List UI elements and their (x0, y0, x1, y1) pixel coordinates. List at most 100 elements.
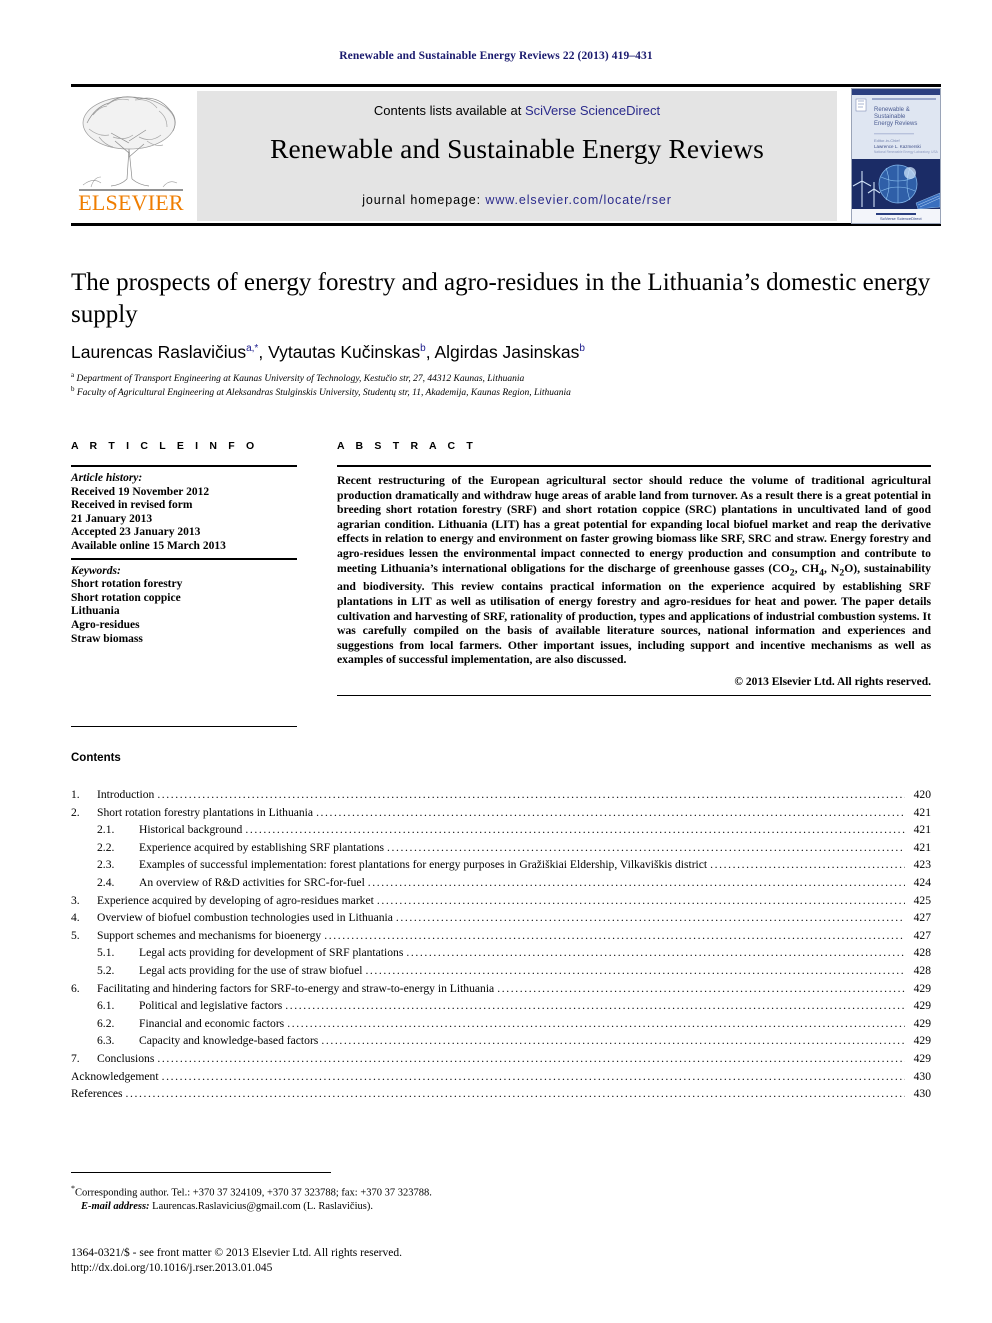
toc-entry-label: Introduction (97, 788, 155, 801)
journal-masthead: ELSEVIER Contents lists available at Sci… (71, 84, 941, 226)
toc-leader-dots: ........................................… (395, 911, 905, 925)
article-history-item: 21 January 2013 (71, 512, 153, 525)
toc-leader-dots: ........................................… (316, 805, 905, 819)
keyword-item: Short rotation forestry (71, 578, 183, 591)
toc-entry-number: 6.2. (97, 1016, 115, 1030)
toc-entry-page: 427 (913, 911, 931, 925)
journal-cover-image: Renewable & Sustainable Energy Reviews E… (852, 89, 940, 223)
article-history-item: Received in revised form (71, 499, 193, 512)
abstract-column: A B S T R A C T Recent restructuring of … (337, 440, 932, 697)
toc-entry[interactable]: 6.3. Capacity and knowledge-based factors… (71, 1032, 931, 1050)
table-of-contents: 1. Introduction..........................… (71, 786, 931, 1103)
article-info-heading: A R T I C L E I N F O (71, 440, 259, 452)
toc-entry-number: 6.1. (97, 999, 115, 1013)
author-2-name: Vytautas Kučinskas (268, 342, 421, 362)
toc-entry[interactable]: 6.2. Financial and economic factors......… (71, 1015, 931, 1033)
corresponding-author-text: Corresponding author. Tel.: +370 37 3241… (75, 1187, 432, 1199)
article-history-item: Received 19 November 2012 (71, 485, 210, 498)
toc-entry[interactable]: 4. Overview of biofuel combustion technol… (71, 909, 931, 927)
toc-entry[interactable]: 2.1. Historical background...............… (71, 821, 931, 839)
toc-entry-page: 421 (913, 823, 931, 837)
toc-entry[interactable]: References..............................… (71, 1085, 931, 1103)
toc-entry-number: 6. (71, 981, 80, 995)
author-3: Algirdas Jasinskasb (434, 342, 584, 362)
keyword-item: Agro-residues (71, 618, 140, 631)
toc-entry[interactable]: 3. Experience acquired by developing of a… (71, 892, 931, 910)
author-1-name: Laurencas Raslavičius (71, 342, 247, 362)
toc-entry-label: Short rotation forestry plantations in L… (97, 805, 314, 819)
toc-entry-page: 430 (913, 1069, 931, 1083)
contents-heading: Contents (71, 752, 121, 764)
toc-entry[interactable]: 1. Introduction..........................… (71, 786, 931, 804)
article-info-rule-top (71, 465, 297, 467)
toc-entry-label: Experience acquired by establishing SRF … (139, 840, 385, 854)
author-sep-1: , (258, 342, 269, 362)
toc-leader-dots: ........................................… (367, 875, 905, 889)
toc-entry-page: 423 (913, 858, 931, 872)
toc-entry-page: 430 (913, 1087, 931, 1101)
corresponding-author-note: *Corresponding author. Tel.: +370 37 324… (71, 1182, 671, 1213)
contents-rule (71, 726, 297, 727)
svg-text:Sustainable: Sustainable (874, 114, 906, 120)
svg-text:National Renewable Energy Labo: National Renewable Energy Laboratory, US… (874, 150, 939, 154)
footnote-rule (71, 1172, 331, 1173)
toc-leader-dots: ........................................… (365, 963, 905, 977)
masthead-band: Contents lists available at SciVerse Sci… (197, 91, 837, 221)
toc-entry[interactable]: 2.3. Examples of successful implementatio… (71, 856, 931, 874)
article-history-item: Available online 15 March 2013 (71, 539, 226, 552)
paper-title: The prospects of energy forestry and agr… (71, 269, 931, 328)
toc-entry-label: Capacity and knowledge-based factors (139, 1034, 319, 1048)
journal-homepage-link[interactable]: www.elsevier.com/locate/rser (485, 193, 671, 207)
toc-entry-page: 428 (913, 963, 931, 977)
toc-entry[interactable]: 5.1. Legal acts providing for development… (71, 944, 931, 962)
email-value[interactable]: Laurencas.Raslavicius@gmail.com (L. Rasl… (152, 1201, 373, 1212)
toc-entry-label: Examples of successful implementation: f… (139, 858, 708, 872)
toc-leader-dots: ........................................… (285, 999, 905, 1013)
toc-entry[interactable]: 2.4. An overview of R&D activities for SR… (71, 874, 931, 892)
keyword-item: Lithuania (71, 605, 120, 618)
toc-entry[interactable]: 6.1. Political and legislative factors...… (71, 997, 931, 1015)
toc-leader-dots: ........................................… (157, 788, 905, 801)
toc-entry[interactable]: 5. Support schemes and mechanisms for bio… (71, 927, 931, 945)
doi-line[interactable]: http://dx.doi.org/10.1016/j.rser.2013.01… (71, 1261, 671, 1276)
keywords-block: Keywords: Short rotation forestry Short … (71, 565, 297, 647)
toc-entry[interactable]: 7. Conclusions...........................… (71, 1050, 931, 1068)
journal-title: Renewable and Sustainable Energy Reviews (270, 133, 764, 164)
toc-entry-label: Legal acts providing for development of … (139, 946, 404, 960)
affiliation-b-text: Faculty of Agricultural Engineering at A… (76, 388, 571, 399)
toc-entry-page: 424 (913, 875, 931, 889)
toc-entry-page: 429 (913, 999, 931, 1013)
toc-entry-number: 3. (71, 893, 80, 907)
toc-entry-number: 5. (71, 928, 80, 942)
toc-entry[interactable]: 2. Short rotation forestry plantations in… (71, 804, 931, 822)
elsevier-wordmark: ELSEVIER (78, 190, 184, 215)
toc-entry-label: Political and legislative factors (139, 999, 283, 1013)
toc-entry[interactable]: 2.2. Experience acquired by establishing … (71, 839, 931, 857)
article-history-block: Article history: Received 19 November 20… (71, 472, 297, 554)
toc-entry[interactable]: 5.2. Legal acts providing for the use of … (71, 962, 931, 980)
affiliation-a-text: Department of Transport Engineering at K… (76, 374, 525, 385)
affiliation-a-mark: a (71, 371, 75, 379)
toc-entry-label: Acknowledgement (71, 1069, 159, 1083)
toc-leader-dots: ........................................… (245, 823, 905, 837)
toc-entry-page: 421 (913, 840, 931, 854)
sciencedirect-link[interactable]: SciVerse ScienceDirect (525, 103, 660, 118)
abstract-body: Recent restructuring of the European agr… (337, 474, 932, 667)
toc-entry-number: 2.4. (97, 875, 115, 889)
toc-leader-dots: ........................................… (321, 1034, 905, 1048)
toc-entry[interactable]: Acknowledgement.........................… (71, 1068, 931, 1086)
svg-text:Lawrence L. Kazmerski: Lawrence L. Kazmerski (874, 144, 921, 149)
toc-entry-label: References (71, 1087, 123, 1101)
author-1: Laurencas Raslavičiusa,* (71, 342, 258, 362)
toc-entry[interactable]: 6. Facilitating and hindering factors for… (71, 980, 931, 998)
abstract-heading: A B S T R A C T (337, 440, 477, 452)
author-3-sup: b (579, 343, 585, 355)
toc-leader-dots: ........................................… (497, 981, 905, 995)
toc-leader-dots: ........................................… (324, 928, 905, 942)
toc-leader-dots: ........................................… (710, 858, 905, 872)
toc-entry-number: 4. (71, 911, 80, 925)
author-list: Laurencas Raslavičiusa,*, Vytautas Kučin… (71, 342, 931, 363)
contents-available-line: Contents lists available at SciVerse Sci… (197, 103, 837, 118)
toc-entry-page: 429 (913, 981, 931, 995)
author-3-name: Algirdas Jasinskas (434, 342, 580, 362)
